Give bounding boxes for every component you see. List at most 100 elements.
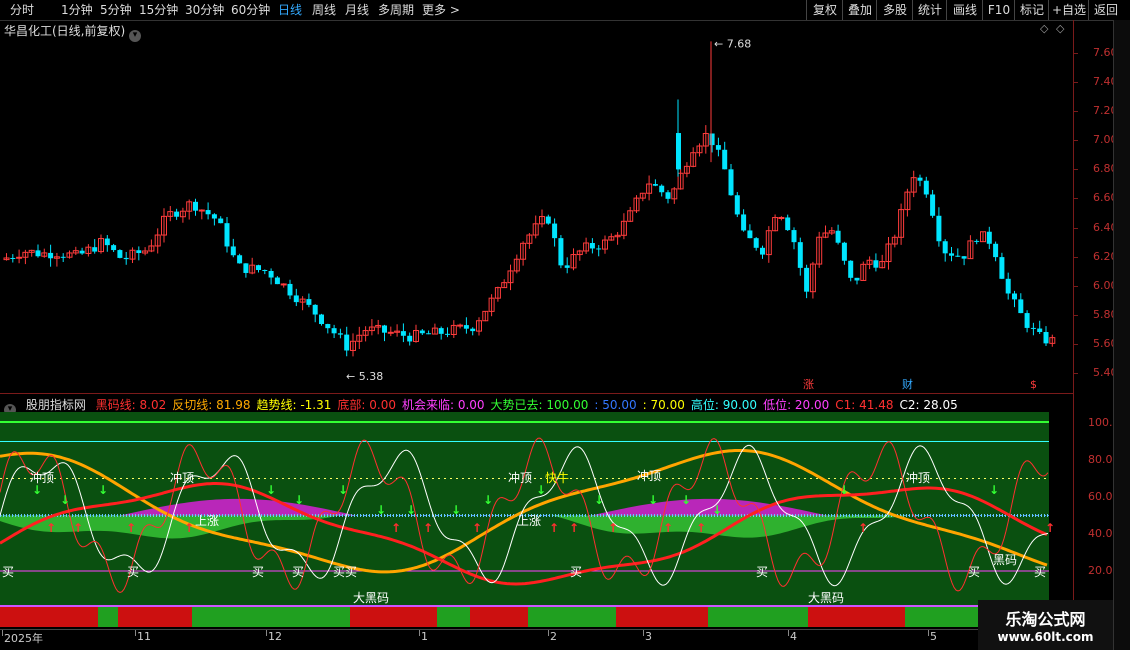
tab-fenshi[interactable]: 分时	[10, 2, 34, 18]
candle-body	[243, 263, 249, 273]
up-arrow-icon: ↑	[696, 521, 706, 535]
up-arrow-icon: ↑	[1045, 521, 1055, 535]
signal-annotation: 快牛	[545, 470, 569, 485]
candle-body	[917, 177, 923, 181]
tab-multi-period[interactable]: 多周期	[378, 2, 414, 18]
date-label: 2	[550, 630, 557, 643]
signal-annotation: 买	[570, 565, 582, 579]
candle	[10, 254, 16, 263]
candle	[620, 213, 627, 240]
trend-bar-segment	[118, 607, 192, 627]
candle	[174, 208, 180, 220]
candle-body	[873, 260, 879, 268]
up-arrow-icon: ↑	[608, 521, 618, 535]
back-button[interactable]: 返回	[1088, 0, 1123, 20]
down-arrow-icon: ↓	[594, 493, 604, 507]
candle-body	[35, 250, 41, 257]
tab-60min[interactable]: 60分钟	[231, 2, 270, 18]
candle	[53, 252, 60, 267]
down-arrow-icon: ↓	[839, 483, 849, 497]
candle	[652, 179, 658, 187]
candle-body	[262, 270, 268, 272]
candle-body	[999, 257, 1005, 279]
mark-button[interactable]: 标记	[1014, 0, 1049, 20]
candle	[16, 249, 23, 264]
date-label: 3	[645, 630, 652, 643]
candle	[728, 163, 734, 196]
event-marker: 涨	[803, 378, 814, 391]
up-arrow-icon: ↑	[46, 521, 56, 535]
tab-15min[interactable]: 15分钟	[139, 2, 178, 18]
trend-bar-segment	[470, 607, 528, 627]
candle	[835, 224, 841, 245]
down-arrow-icon: ↓	[60, 493, 70, 507]
candle	[841, 241, 847, 265]
candle-body	[728, 169, 734, 196]
tab-5min[interactable]: 5分钟	[100, 2, 132, 18]
candle	[1018, 293, 1024, 314]
f10-button[interactable]: F10	[982, 0, 1015, 20]
up-arrow-icon: ↑	[391, 521, 401, 535]
candle	[362, 326, 369, 342]
multi-stock-button[interactable]: 多股	[876, 0, 913, 20]
overlay-button[interactable]: 叠加	[842, 0, 877, 20]
candle-body	[659, 185, 665, 193]
candle-body	[552, 223, 558, 239]
candle	[426, 330, 432, 335]
tab-monthly[interactable]: 月线	[345, 2, 369, 18]
date-tick	[548, 630, 549, 636]
add-watchlist-button[interactable]: +自选	[1048, 0, 1089, 20]
restore-rights-button[interactable]: 复权	[806, 0, 843, 20]
right-sidebar[interactable]	[1113, 20, 1130, 650]
candle	[898, 203, 905, 245]
statistics-button[interactable]: 统计	[912, 0, 947, 20]
candle	[268, 268, 274, 285]
candle-body	[325, 324, 331, 329]
indicator-value: 反切线: 81.98	[172, 398, 251, 412]
indicator-chart[interactable]: ↓↑↓↑↓↑ ↑↓↓↓↓↑↓↑↓↑↓↓↑ ↑↓↑↓↑↓↑↓↓↑↓↑冲顶 冲顶 冲顶 快牛冲…	[0, 412, 1073, 630]
candle-body	[218, 218, 224, 224]
price-tick	[1073, 53, 1078, 54]
trend-bar-segment	[192, 607, 350, 627]
price-tick	[1073, 344, 1078, 345]
diamond-icon[interactable]: ◇	[1040, 22, 1048, 35]
candle	[123, 251, 129, 265]
candle-body	[797, 242, 803, 268]
tab-30min[interactable]: 30分钟	[185, 2, 224, 18]
candle	[72, 246, 79, 255]
kline-chart[interactable]: ← 7.68 ← 5.38 涨 财 $	[0, 20, 1073, 392]
signal-annotation: 上涨	[517, 513, 541, 528]
draw-line-button[interactable]: 画线	[946, 0, 983, 20]
stock-title[interactable]: 华昌化工(日线,前复权) ▾	[4, 22, 142, 42]
spike-body	[676, 133, 681, 170]
chevron-down-icon[interactable]: ▾	[129, 30, 142, 42]
diamond-icon-2[interactable]: ◇	[1056, 22, 1064, 35]
tab-1min[interactable]: 1分钟	[61, 2, 93, 18]
high-price-label: ← 7.68	[714, 37, 751, 50]
candle	[66, 250, 73, 259]
signal-annotation: 冲顶	[170, 470, 194, 485]
candle	[507, 264, 514, 291]
tab-daily[interactable]: 日线	[278, 2, 302, 18]
candle	[614, 232, 621, 245]
candle	[848, 260, 854, 282]
up-arrow-icon: ↑	[184, 521, 194, 535]
tab-weekly[interactable]: 周线	[312, 2, 336, 18]
candle-body	[747, 230, 753, 239]
candle	[450, 320, 457, 338]
trend-bar-segment	[528, 607, 616, 627]
candle	[760, 245, 765, 259]
candle	[274, 276, 280, 285]
candle	[804, 264, 810, 299]
candle	[797, 237, 803, 276]
tab-more[interactable]: 更多 >	[422, 2, 460, 18]
candle	[683, 162, 690, 178]
trend-bar-segment	[350, 607, 437, 627]
candle-body	[344, 334, 350, 351]
trend-bar-segment	[98, 607, 118, 627]
candle	[375, 319, 382, 335]
date-tick	[788, 630, 789, 636]
candle-body	[741, 214, 747, 231]
candle	[747, 224, 753, 239]
candle-body	[596, 248, 602, 250]
